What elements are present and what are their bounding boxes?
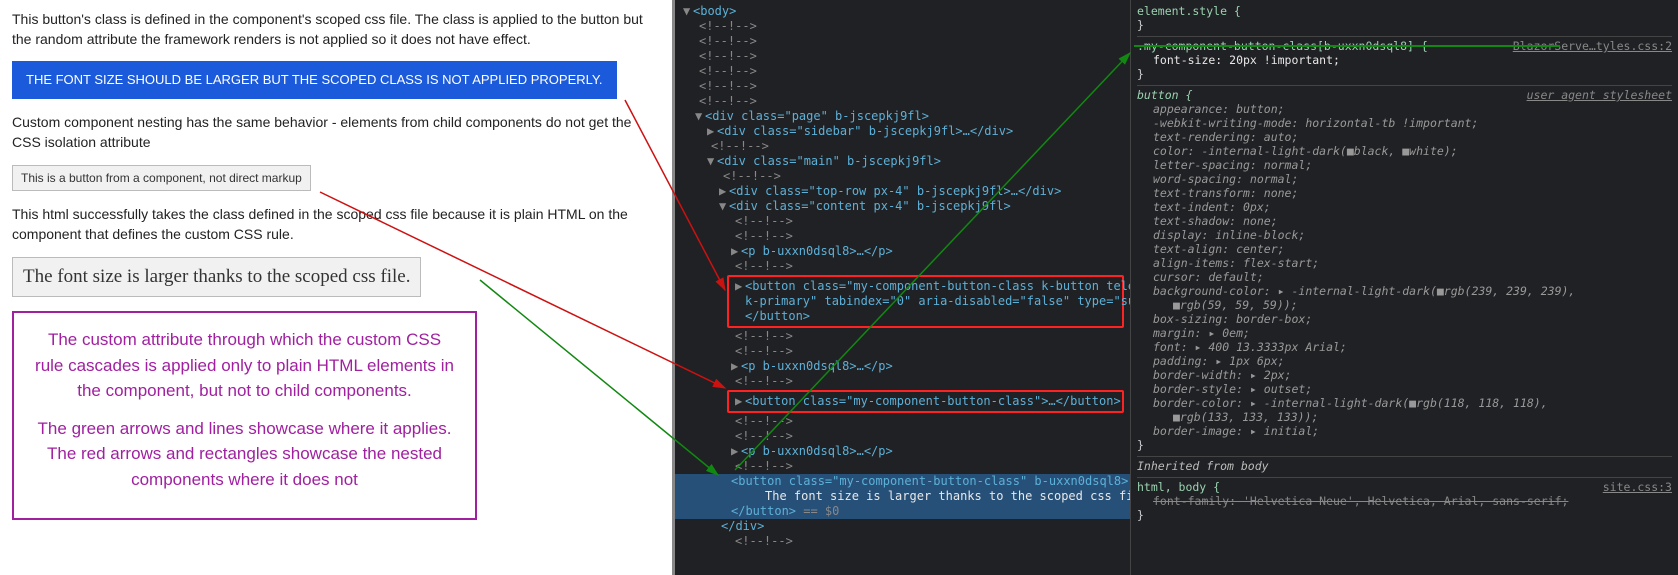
dom-selected-text: The font size is larger thanks to the sc… bbox=[765, 489, 1130, 503]
callout-text-1: The custom attribute through which the c… bbox=[32, 327, 457, 404]
devtools-styles-panel[interactable]: element.style { } .my-component-button-c… bbox=[1130, 0, 1678, 575]
highlight-box-1: ▶<button class="my-component-button-clas… bbox=[727, 275, 1124, 328]
dom-selected-button[interactable]: <button class="my-component-button-class… bbox=[675, 474, 1130, 489]
callout-text-2: The green arrows and lines showcase wher… bbox=[32, 416, 457, 493]
dom-body[interactable]: <body> bbox=[693, 4, 736, 18]
desc-3: This html successfully takes the class d… bbox=[12, 205, 660, 244]
scoped-rule[interactable]: .my-component-button-class[b-uxxn0dsql8]… bbox=[1137, 39, 1672, 53]
dom-button-2[interactable]: <button class="my-component-button-class… bbox=[745, 394, 1121, 408]
scoped-button[interactable]: The font size is larger thanks to the sc… bbox=[12, 257, 421, 298]
dom-div-main[interactable]: <div class="main" b-jscepkj9fl> bbox=[717, 154, 941, 168]
devtools-elements-panel[interactable]: ▼<body> <!--!--> <!--!--> <!--!--> <!--!… bbox=[672, 0, 1130, 575]
html-body-rule[interactable]: html, body {site.css:3 bbox=[1137, 480, 1672, 494]
component-button[interactable]: This is a button from a component, not d… bbox=[12, 165, 311, 192]
desc-2: Custom component nesting has the same be… bbox=[12, 113, 660, 152]
source-link-2[interactable]: site.css:3 bbox=[1603, 480, 1672, 494]
dom-p[interactable]: <p b-uxxn0dsql8>…</p> bbox=[741, 244, 893, 258]
dom-div-content[interactable]: <div class="content px-4" b-jscepkj9fl> bbox=[729, 199, 1011, 213]
desc-1: This button's class is defined in the co… bbox=[12, 10, 660, 49]
dom-div-toprow[interactable]: <div class="top-row px-4" b-jscepkj9fl>…… bbox=[729, 184, 1061, 198]
primary-button[interactable]: THE FONT SIZE SHOULD BE LARGER BUT THE S… bbox=[12, 61, 617, 99]
inherited-label: Inherited from body bbox=[1137, 459, 1672, 473]
decl-font-size[interactable]: font-size: 20px !important; bbox=[1153, 53, 1340, 67]
highlight-box-2: ▶<button class="my-component-button-clas… bbox=[727, 390, 1124, 413]
dom-div-page[interactable]: <div class="page" b-jscepkj9fl> bbox=[705, 109, 929, 123]
element-style-rule[interactable]: element.style { bbox=[1137, 4, 1672, 18]
dom-comment: <!--!--> bbox=[699, 19, 757, 33]
ua-button-rule: button {user agent stylesheet bbox=[1137, 88, 1672, 102]
dom-button-1[interactable]: <button class="my-component-button-class… bbox=[745, 279, 1130, 293]
callout-box: The custom attribute through which the c… bbox=[12, 311, 477, 520]
dom-div-sidebar[interactable]: <div class="sidebar" b-jscepkj9fl>…</div… bbox=[717, 124, 1013, 138]
source-link-1[interactable]: BlazorServe…tyles.css:2 bbox=[1513, 39, 1672, 53]
article-panel: This button's class is defined in the co… bbox=[0, 0, 672, 575]
